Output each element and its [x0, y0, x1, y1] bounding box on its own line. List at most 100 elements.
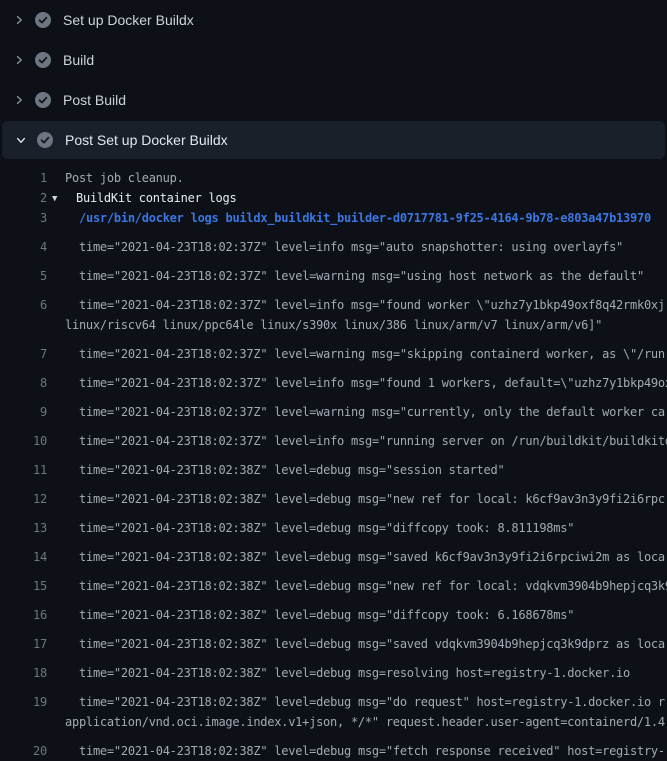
line-number-link[interactable]: 3	[0, 208, 47, 228]
log-line-text: time="2021-04-23T18:02:37Z" level=info m…	[47, 373, 667, 393]
log-text: linux/riscv64 linux/ppc64le linux/s390x …	[65, 318, 602, 332]
log-line: 2 ▼BuildKit container logs	[0, 188, 667, 208]
line-number-link[interactable]: 9	[0, 402, 47, 422]
step-header-post-set-up-docker-buildx[interactable]: Post Set up Docker Buildx	[2, 121, 665, 159]
log-text: time="2021-04-23T18:02:38Z" level=debug …	[79, 695, 665, 709]
line-number-link[interactable]: 18	[0, 663, 47, 683]
log-line: application/vnd.oci.image.index.v1+json,…	[0, 712, 667, 732]
log-line: 11 time="2021-04-23T18:02:38Z" level=deb…	[0, 460, 667, 480]
log-line: linux/riscv64 linux/ppc64le linux/s390x …	[0, 315, 667, 335]
log-text: application/vnd.oci.image.index.v1+json,…	[65, 715, 665, 729]
line-number-link[interactable]: 16	[0, 605, 47, 625]
chevron-down-icon	[14, 133, 28, 147]
log-line: 5 time="2021-04-23T18:02:37Z" level=warn…	[0, 266, 667, 286]
line-number-link[interactable]: 1	[0, 168, 47, 188]
step-header-post-build[interactable]: Post Build	[0, 80, 667, 120]
step-list: Set up Docker Buildx Build	[0, 0, 667, 159]
line-number-link[interactable]: 2	[0, 188, 47, 208]
check-circle-icon	[37, 132, 53, 148]
log-text: time="2021-04-23T18:02:38Z" level=debug …	[79, 550, 665, 564]
line-number-link[interactable]: 6	[0, 295, 47, 315]
line-number-link[interactable]: 20	[0, 741, 47, 761]
log-line-text: time="2021-04-23T18:02:38Z" level=debug …	[47, 489, 665, 509]
log-line-text: linux/riscv64 linux/ppc64le linux/s390x …	[47, 315, 602, 335]
log-line-text: time="2021-04-23T18:02:38Z" level=debug …	[47, 634, 665, 654]
log-text: time="2021-04-23T18:02:38Z" level=debug …	[79, 637, 665, 651]
chevron-right-icon	[12, 13, 26, 27]
log-line-text: time="2021-04-23T18:02:38Z" level=debug …	[47, 460, 504, 480]
log-line: 14 time="2021-04-23T18:02:38Z" level=deb…	[0, 547, 667, 567]
log-line-text: time="2021-04-23T18:02:38Z" level=debug …	[47, 576, 667, 596]
log-viewer: 1 Post job cleanup. 2 ▼BuildKit containe…	[0, 168, 667, 761]
line-number-link[interactable]: 15	[0, 576, 47, 596]
chevron-right-icon	[12, 53, 26, 67]
log-line-text: time="2021-04-23T18:02:38Z" level=debug …	[47, 741, 665, 761]
log-line-text: time="2021-04-23T18:02:37Z" level=warnin…	[47, 402, 665, 422]
line-number-link[interactable]: 12	[0, 489, 47, 509]
log-line-text: /usr/bin/docker logs buildx_buildkit_bui…	[47, 208, 651, 228]
line-number-link[interactable]	[0, 712, 47, 732]
log-line-text: time="2021-04-23T18:02:38Z" level=debug …	[47, 518, 574, 538]
log-line: 10 time="2021-04-23T18:02:37Z" level=inf…	[0, 431, 667, 451]
line-number-link[interactable]: 8	[0, 373, 47, 393]
log-line: 9 time="2021-04-23T18:02:37Z" level=warn…	[0, 402, 667, 422]
log-line: 6 time="2021-04-23T18:02:37Z" level=info…	[0, 295, 667, 315]
log-line-text: time="2021-04-23T18:02:38Z" level=debug …	[47, 547, 665, 567]
check-circle-icon	[35, 52, 51, 68]
log-text: time="2021-04-23T18:02:38Z" level=debug …	[79, 579, 667, 593]
log-line: 7 time="2021-04-23T18:02:37Z" level=warn…	[0, 344, 667, 364]
log-text: time="2021-04-23T18:02:38Z" level=debug …	[79, 666, 630, 680]
log-line: 18 time="2021-04-23T18:02:38Z" level=deb…	[0, 663, 667, 683]
log-text: time="2021-04-23T18:02:37Z" level=info m…	[79, 434, 667, 448]
line-number-link[interactable]: 11	[0, 460, 47, 480]
log-text: time="2021-04-23T18:02:38Z" level=debug …	[79, 521, 574, 535]
log-text: time="2021-04-23T18:02:38Z" level=debug …	[79, 744, 665, 758]
step-header-build[interactable]: Build	[0, 40, 667, 80]
actions-log-panel: Set up Docker Buildx Build	[0, 0, 667, 761]
log-line-text: time="2021-04-23T18:02:38Z" level=debug …	[47, 663, 630, 683]
log-line: 20 time="2021-04-23T18:02:38Z" level=deb…	[0, 741, 667, 761]
chevron-right-icon	[12, 93, 26, 107]
line-number-link[interactable]: 13	[0, 518, 47, 538]
log-text: time="2021-04-23T18:02:37Z" level=info m…	[79, 240, 623, 254]
log-line-text: time="2021-04-23T18:02:37Z" level=warnin…	[47, 266, 644, 286]
log-line-text: time="2021-04-23T18:02:37Z" level=warnin…	[47, 344, 665, 364]
log-line-text[interactable]: ▼BuildKit container logs	[47, 188, 236, 208]
line-number-link[interactable]: 5	[0, 266, 47, 286]
check-circle-icon	[35, 12, 51, 28]
line-number-link[interactable]: 7	[0, 344, 47, 364]
log-line: 12 time="2021-04-23T18:02:38Z" level=deb…	[0, 489, 667, 509]
step-header-set-up-docker-buildx[interactable]: Set up Docker Buildx	[0, 0, 667, 40]
line-number-link[interactable]: 14	[0, 547, 47, 567]
line-number-link[interactable]	[0, 315, 47, 335]
step-label: Set up Docker Buildx	[63, 12, 194, 28]
log-text: time="2021-04-23T18:02:38Z" level=debug …	[79, 492, 665, 506]
log-text: time="2021-04-23T18:02:37Z" level=warnin…	[79, 405, 665, 419]
log-text: /usr/bin/docker logs buildx_buildkit_bui…	[79, 211, 651, 225]
log-line-text: Post job cleanup.	[47, 168, 184, 188]
log-text: time="2021-04-23T18:02:38Z" level=debug …	[79, 608, 574, 622]
log-text: BuildKit container logs	[76, 191, 236, 205]
line-number-link[interactable]: 19	[0, 692, 47, 712]
log-line: 17 time="2021-04-23T18:02:38Z" level=deb…	[0, 634, 667, 654]
log-line: 4 time="2021-04-23T18:02:37Z" level=info…	[0, 237, 667, 257]
log-line-text: time="2021-04-23T18:02:37Z" level=info m…	[47, 237, 623, 257]
group-collapse-triangle-icon[interactable]: ▼	[52, 189, 76, 209]
log-line-text: application/vnd.oci.image.index.v1+json,…	[47, 712, 665, 732]
line-number-link[interactable]: 10	[0, 431, 47, 451]
log-line: 15 time="2021-04-23T18:02:38Z" level=deb…	[0, 576, 667, 596]
line-number-link[interactable]: 17	[0, 634, 47, 654]
log-line-text: time="2021-04-23T18:02:37Z" level=info m…	[47, 431, 667, 451]
log-line: 8 time="2021-04-23T18:02:37Z" level=info…	[0, 373, 667, 393]
log-text: Post job cleanup.	[65, 171, 184, 185]
line-number-link[interactable]: 4	[0, 237, 47, 257]
log-line: 19 time="2021-04-23T18:02:38Z" level=deb…	[0, 692, 667, 712]
log-line: 16 time="2021-04-23T18:02:38Z" level=deb…	[0, 605, 667, 625]
log-text: time="2021-04-23T18:02:37Z" level=warnin…	[79, 269, 644, 283]
log-line: 13 time="2021-04-23T18:02:38Z" level=deb…	[0, 518, 667, 538]
log-line: 1 Post job cleanup.	[0, 168, 667, 188]
log-text: time="2021-04-23T18:02:37Z" level=info m…	[79, 376, 667, 390]
log-text: time="2021-04-23T18:02:37Z" level=warnin…	[79, 347, 665, 361]
step-label: Build	[63, 52, 94, 68]
log-text: time="2021-04-23T18:02:37Z" level=info m…	[79, 298, 665, 312]
